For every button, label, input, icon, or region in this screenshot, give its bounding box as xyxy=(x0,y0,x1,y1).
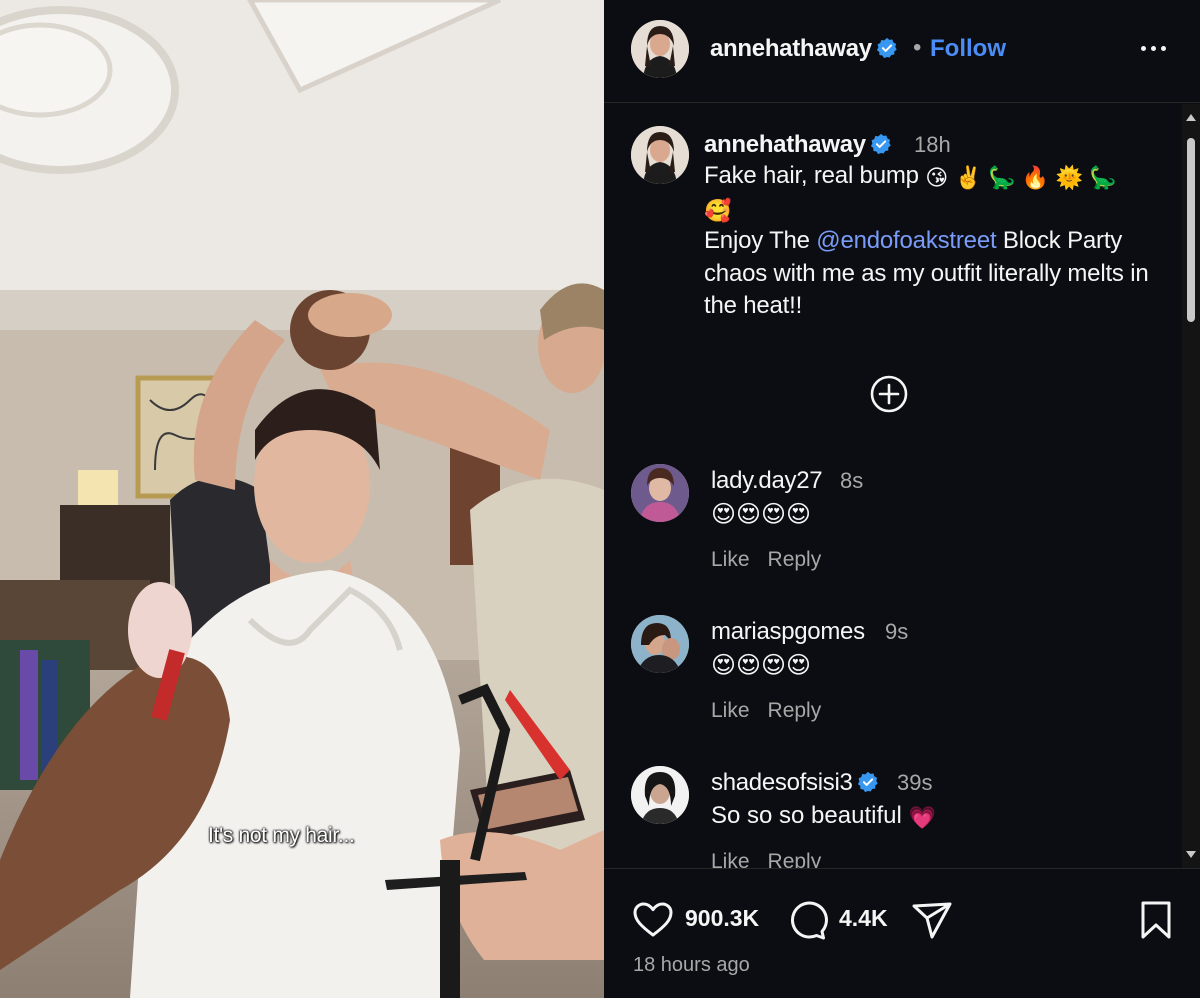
scroll-down-arrow-icon[interactable] xyxy=(1186,851,1196,858)
comment-like-button[interactable]: Like xyxy=(711,699,750,722)
load-more-comments-icon[interactable] xyxy=(869,374,909,414)
commenter-username-text[interactable]: shadesofsisi3 xyxy=(711,769,853,796)
comment-time: 39s xyxy=(897,770,933,795)
post-footer: 900.3K 4.4K 18 hours ago xyxy=(604,868,1200,998)
comment-reply-button[interactable]: Reply xyxy=(768,548,822,571)
emoji: 🦕 xyxy=(1089,165,1117,190)
verified-badge-icon xyxy=(857,771,878,793)
heart-icon[interactable] xyxy=(631,898,675,942)
emoji: 🦕 xyxy=(988,165,1016,190)
avatar-image xyxy=(631,615,689,673)
emoji: 🔥 xyxy=(1021,165,1050,190)
comment-text: So so so beautiful 💗 xyxy=(711,802,936,830)
comment-time: 8s xyxy=(840,468,864,493)
comments-scroll-area[interactable]: annehathaway 18h Fake hair, real bump 😘 … xyxy=(604,104,1200,868)
verified-badge-icon xyxy=(876,37,897,59)
comment-text: 😍😍😍😍 xyxy=(711,652,812,679)
comments-scrollbar[interactable] xyxy=(1182,104,1200,868)
post-timestamp: 18 hours ago xyxy=(633,954,750,976)
caption-line1: Fake hair, real bump xyxy=(704,162,919,189)
emoji: 😘 xyxy=(925,165,948,190)
comment-actions: Like Reply xyxy=(711,548,839,572)
header-username[interactable]: annehathaway xyxy=(710,35,898,63)
author-avatar[interactable] xyxy=(631,20,689,78)
avatar-image xyxy=(631,766,689,824)
comments-count[interactable]: 4.4K xyxy=(839,905,888,932)
scroll-up-arrow-icon[interactable] xyxy=(1186,114,1196,121)
commenter-avatar[interactable] xyxy=(631,766,689,824)
commenter-username[interactable]: mariaspgomes xyxy=(711,618,865,646)
comment-like-button[interactable]: Like xyxy=(711,548,750,571)
bookmark-icon[interactable] xyxy=(1134,898,1178,942)
mention-link[interactable]: @endofoakstreet xyxy=(816,227,996,254)
emoji: 🌞 xyxy=(1055,165,1083,190)
heart-emoji: 💗 xyxy=(908,805,936,830)
commenter-username[interactable]: shadesofsisi3 xyxy=(711,769,879,797)
verified-badge-icon xyxy=(870,133,891,155)
likes-count[interactable]: 900.3K xyxy=(685,905,759,932)
post-side-panel: annehathaway • Follow annehathaway 18h F… xyxy=(604,0,1200,998)
comment-like-button[interactable]: Like xyxy=(711,850,750,868)
comment-item: mariaspgomes 9s 😍😍😍😍 Like Reply xyxy=(604,615,1200,755)
media-image xyxy=(0,0,604,998)
share-icon[interactable] xyxy=(910,898,954,942)
more-options-icon[interactable] xyxy=(1138,40,1170,56)
emoji: 🥰 xyxy=(704,197,732,223)
scrollbar-thumb[interactable] xyxy=(1187,138,1195,322)
comment-reply-button[interactable]: Reply xyxy=(768,699,822,722)
avatar-image xyxy=(631,20,689,78)
comment-time: 9s xyxy=(885,619,909,644)
caption-username-text[interactable]: annehathaway xyxy=(704,131,866,158)
commenter-avatar[interactable] xyxy=(631,615,689,673)
comment-text-body: So so so beautiful xyxy=(711,802,902,829)
comment-text: 😍😍😍😍 xyxy=(711,501,812,528)
caption-author-avatar[interactable] xyxy=(631,126,689,184)
post-header: annehathaway • Follow xyxy=(604,0,1200,103)
comment-reply-button[interactable]: Reply xyxy=(768,850,822,868)
caption-time: 18h xyxy=(914,132,951,157)
avatar-image xyxy=(631,126,689,184)
comment-actions: Like Reply xyxy=(711,699,839,723)
emoji: ✌️ xyxy=(954,165,982,190)
post-media[interactable]: It's not my hair... xyxy=(0,0,604,998)
video-caption-overlay: It's not my hair... xyxy=(208,824,355,847)
comment-actions: Like Reply xyxy=(711,850,839,868)
comment-item: lady.day27 8s 😍😍😍😍 Like Reply xyxy=(604,464,1200,604)
avatar-image xyxy=(631,464,689,522)
commenter-username[interactable]: lady.day27 xyxy=(711,467,823,495)
commenter-avatar[interactable] xyxy=(631,464,689,522)
caption-text-enjoy: Enjoy The xyxy=(704,227,817,254)
caption-text: Fake hair, real bump 😘 ✌️ 🦕 🔥 🌞 🦕 🥰 Enjo… xyxy=(704,160,1154,323)
header-separator: • xyxy=(913,34,922,61)
comment-item: shadesofsisi3 39s So so so beautiful 💗 L… xyxy=(604,766,1200,868)
header-username-text[interactable]: annehathaway xyxy=(710,35,872,62)
caption-username[interactable]: annehathaway xyxy=(704,131,892,159)
follow-button[interactable]: Follow xyxy=(930,35,1006,63)
comment-icon[interactable] xyxy=(784,898,828,942)
